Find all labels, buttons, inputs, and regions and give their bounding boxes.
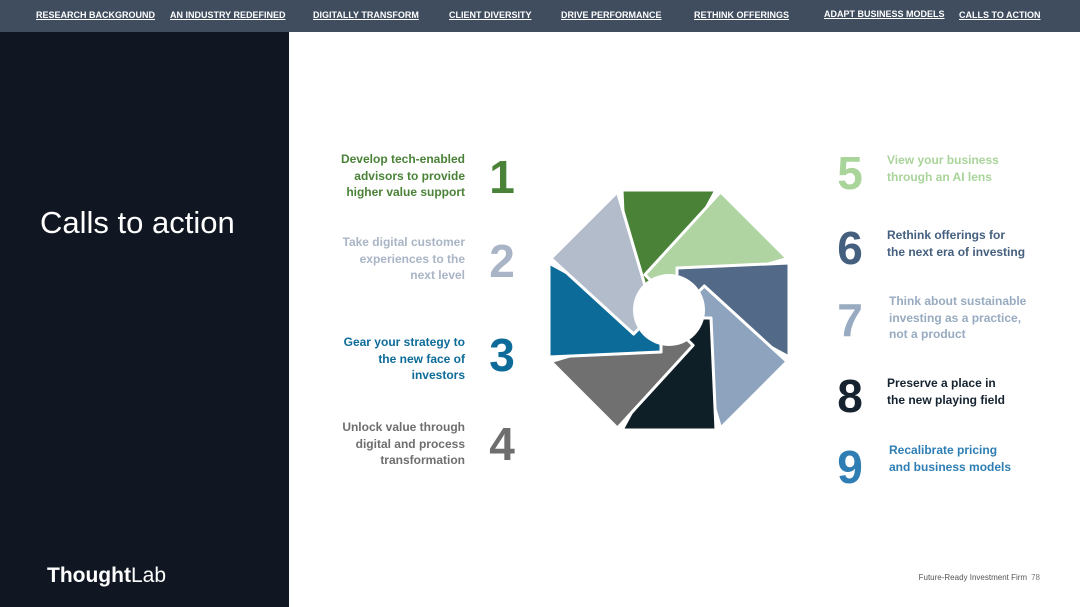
item-6-number: 6 [837, 222, 863, 274]
item-2-number: 2 [489, 235, 515, 287]
main-content: Develop tech-enabled advisors to provide… [289, 32, 1080, 607]
thoughtlab-logo: ThoughtLab [47, 564, 166, 588]
item-5-number: 5 [837, 147, 863, 199]
nav-drive-performance[interactable]: DRIVE PERFORMANCE [561, 10, 662, 20]
sidebar: Calls to action ThoughtLab [0, 32, 289, 607]
nav-an-industry-redefined[interactable]: AN INDUSTRY REDEFINED [170, 10, 286, 20]
footer-label: Future-Ready Investment Firm [918, 573, 1028, 582]
item-2-text: Take digital customer experiences to the… [342, 235, 465, 282]
item-7-text: Think about sustainable investing as a p… [889, 294, 1027, 341]
item-7-number: 7 [837, 294, 863, 346]
item-4-text: Unlock value through digital and process… [342, 420, 465, 467]
item-3-number: 3 [489, 329, 515, 381]
nav-digitally-transform[interactable]: DIGITALLY TRANSFORM [313, 10, 419, 20]
top-navigation: RESEARCH BACKGROUND AN INDUSTRY REDEFINE… [0, 0, 1080, 32]
wheel-center [633, 274, 705, 346]
nav-calls-to-action[interactable]: CALLS TO ACTION [959, 10, 1041, 20]
item-1-text: Develop tech-enabled advisors to provide… [340, 152, 465, 199]
nav-adapt-business-models[interactable]: ADAPT BUSINESS MODELS [824, 9, 945, 19]
page-number: 78 [1031, 573, 1040, 582]
item-8-number: 8 [837, 370, 863, 422]
logo-bold-text: Thought [47, 564, 131, 587]
nav-client-diversity[interactable]: CLIENT DIVERSITY [449, 10, 532, 20]
nav-research-background[interactable]: RESEARCH BACKGROUND [36, 10, 155, 20]
footer: Future-Ready Investment Firm 78 [919, 573, 1040, 582]
item-3-text: Gear your strategy to the new face of in… [343, 335, 465, 382]
item-5-text: View your business through an AI lens [887, 153, 999, 184]
item-8-text: Preserve a place in the new playing fiel… [887, 376, 1006, 407]
nav-rethink-offerings[interactable]: RETHINK OFFERINGS [694, 10, 789, 20]
item-6-text: Rethink offerings for the next era of in… [887, 228, 1026, 259]
item-9-text: Recalibrate pricing and business models [889, 443, 1012, 474]
item-4-number: 4 [489, 418, 515, 470]
page-title: Calls to action [40, 205, 235, 240]
aperture-wheel [547, 188, 791, 432]
item-1-number: 1 [489, 151, 515, 203]
item-9-number: 9 [837, 441, 863, 493]
logo-light-text: Lab [130, 564, 167, 587]
